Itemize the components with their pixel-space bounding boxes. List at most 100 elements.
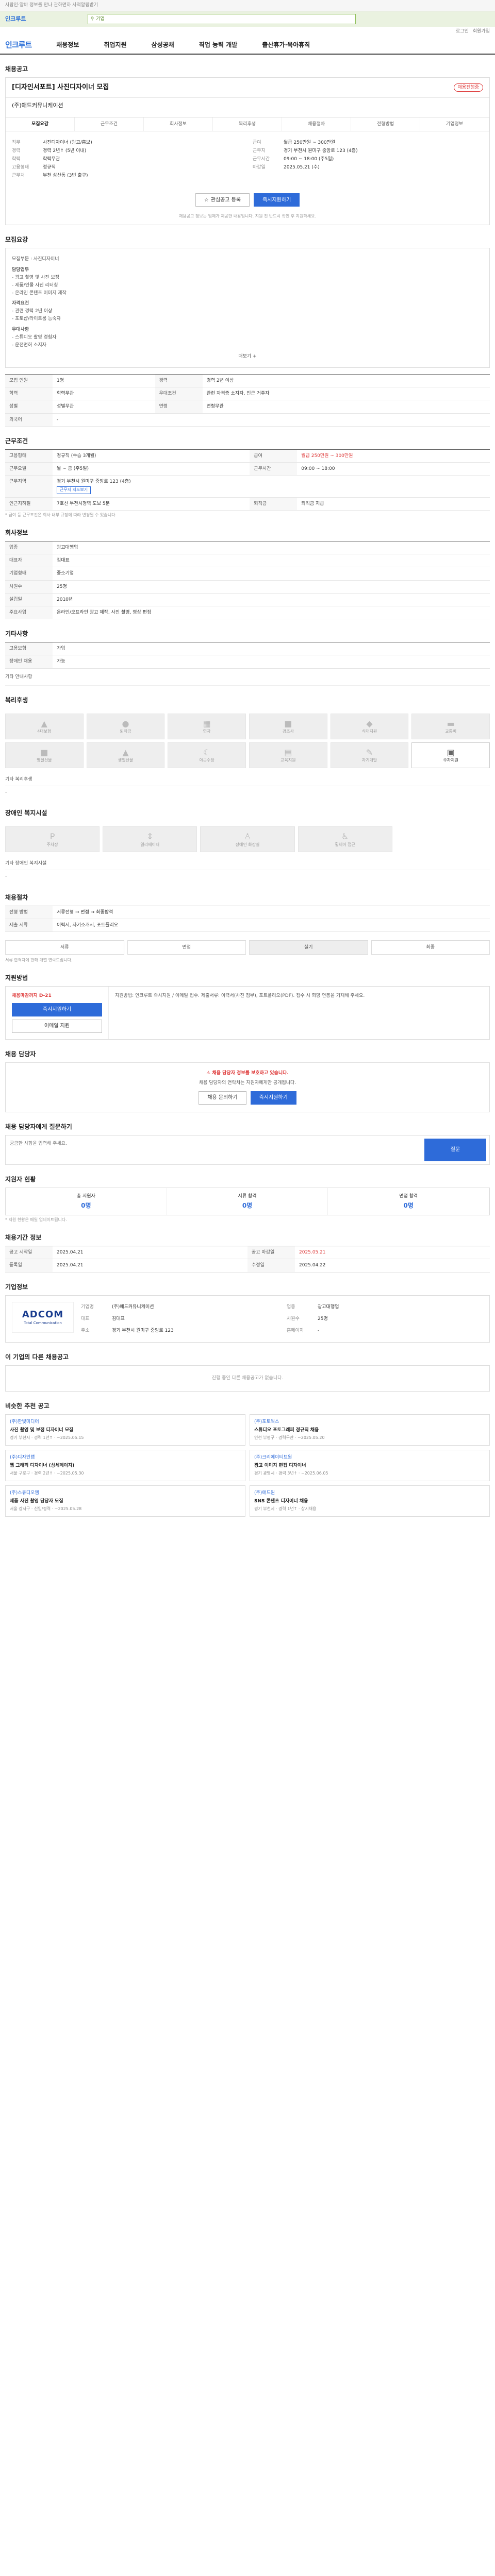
tab-corp[interactable]: 기업정보 [420, 117, 489, 131]
qa-box: 질문 [5, 1134, 490, 1165]
table-value: 김대표 [53, 554, 490, 568]
summary-row: 마감일 2025.05.21 (수) [253, 164, 483, 171]
nav-item-skills[interactable]: 직업 능력 개발 [199, 41, 238, 49]
nav-item-jobs[interactable]: 채용정보 [56, 41, 79, 49]
table-row: 공고 시작일 2025.04.21 공고 마감일 2025.05.21 [5, 1246, 490, 1260]
summary-key: 직무 [12, 140, 21, 145]
tab-process[interactable]: 채용절차 [282, 117, 351, 131]
table-value: 가능 [53, 655, 490, 669]
table-value: 월 ~ 금 (주5일) [53, 462, 250, 476]
facility-label: 장애인 화장실 [235, 842, 260, 847]
company-logo[interactable]: ADCOM Total Communication [12, 1301, 74, 1333]
summary-row: 고용형태 정규직 [12, 164, 242, 171]
wheelchair-icon: ♿ [341, 832, 349, 842]
welfare-title: 복리후생 [5, 696, 28, 704]
tab-requirements[interactable]: 모집요강 [6, 117, 75, 131]
reco-job-title: 광고 이미지 편집 디자이너 [254, 1463, 306, 1468]
cake-icon: ▲ [122, 747, 129, 757]
parking-icon: P [50, 832, 55, 842]
gift-icon: ■ [284, 718, 292, 728]
table-key: 우대조건 [155, 387, 203, 401]
reco-card[interactable]: (주)디자인랩 웹 그래픽 디자이너 (상세페이지) 서울 구로구 · 경력 2년↑… [5, 1449, 245, 1481]
tab-method[interactable]: 전형방법 [351, 117, 420, 131]
manager-desc: 채용 담당자의 연락처는 지원자에게만 공개됩니다. [199, 1080, 296, 1086]
search-icon: ⚲ [90, 16, 94, 22]
summary-value: 09:00 ~ 18:00 (주5일) [284, 157, 334, 162]
corp-value: 광고대행업 [318, 1304, 339, 1310]
welfare-tile: ▲ 4대보험 [5, 713, 84, 739]
apply-button[interactable]: 즉시지원하기 [254, 193, 300, 207]
table-key: 기업형태 [5, 567, 53, 581]
detail-title: 모집요강 [5, 236, 28, 244]
facility-label: 주차장 [46, 842, 58, 847]
table-value: 경력 2년 이상 [202, 374, 490, 388]
map-button[interactable]: 근무지 지도보기 [57, 486, 91, 495]
shield-icon: ▲ [41, 718, 47, 728]
email-apply-button[interactable]: 이메일 지원 [12, 1020, 102, 1033]
table-value: 경기 부천시 원미구 중앙로 123 (4층) 근무지 지도보기 [53, 475, 490, 498]
job-actions: ☆ 관심공고 등록 즉시지원하기 [6, 187, 489, 214]
reco-card[interactable]: (주)한빛미디어 사진 촬영 및 보정 디자이너 모집 경기 부천시 · 경력 1년… [5, 1414, 245, 1446]
reco-meta: 서울 구로구 · 경력 2년↑ · ~2025.05.30 [10, 1471, 84, 1476]
reco-card[interactable]: (주)크리에이티브원 광고 이미지 편집 디자이너 경기 광명시 · 경력 3년↑ … [250, 1449, 490, 1481]
inquiry-button[interactable]: 채용 문의하기 [199, 1091, 246, 1105]
stat-label: 총 지원자 [76, 1194, 95, 1199]
table-row: 제출 서류 이력서, 자기소개서, 포트폴리오 [5, 919, 490, 933]
login-link[interactable]: 로그인 [456, 28, 469, 35]
corp-info: 기업명 (주)애드커뮤니케이션 업종 광고대행업 대표 김대표 사원수 25명 주소 경기… [81, 1302, 483, 1336]
top-bar-text[interactable]: 사람인·알바 정보를 만나 관하면하 사적알림받기 [5, 2, 98, 8]
apply-now-button[interactable]: 즉시지원하기 [12, 1003, 102, 1017]
etc-more: 기타 안내사항 [5, 669, 490, 686]
question-input[interactable] [6, 1135, 421, 1164]
corp-key: 사원수 [287, 1316, 300, 1321]
company-table: 업종 광고대행업 대표자 김대표 기업형태 중소기업 사원수 25명 설립일 2010년 … [5, 541, 490, 620]
table-value: 2025.04.22 [295, 1259, 490, 1273]
table-row: 고용보험 가입 [5, 642, 490, 656]
table-row: 장애인 채용 가능 [5, 655, 490, 669]
table-value: 서류전형 → 면접 → 최종합격 [53, 906, 490, 919]
reco-card[interactable]: (주)스튜디오엠 제품 사진 촬영 담당자 모집 서울 강서구 · 신입/경력 · … [5, 1485, 245, 1517]
table-row: 업종 광고대행업 [5, 541, 490, 555]
table-key: 성별 [5, 400, 53, 414]
summary-value: 경기 부천시 원미구 중앙로 123 (4층) [284, 148, 358, 154]
job-header-top: [디자인서포트] 사진디자이너 모집 채용진행중 [6, 78, 489, 98]
reco-card[interactable]: (주)포토웍스 스튜디오 포토그래퍼 정규직 채용 인천 부평구 · 경력무관 · … [250, 1414, 490, 1446]
table-key: 고용보험 [5, 642, 53, 656]
table-row: 근무지역 경기 부천시 원미구 중앙로 123 (4층) 근무지 지도보기 [5, 475, 490, 498]
tab-welfare[interactable]: 복리후생 [213, 117, 282, 131]
reco-company: (주)디자인랩 [10, 1454, 35, 1460]
process-step: 면접 [127, 940, 246, 955]
table-key: 주요사업 [5, 606, 53, 620]
search-brand[interactable]: 인크루트 [5, 15, 26, 23]
more-link[interactable]: 더보기 + [238, 354, 256, 359]
job-title: [디자인서포트] 사진디자이너 모집 [12, 83, 109, 92]
process-steps: 서류 면접 실기 최종 [5, 937, 490, 958]
join-link[interactable]: 회원가입 [473, 28, 490, 35]
star-icon: ☆ [204, 197, 209, 203]
tab-conditions[interactable]: 근무조건 [75, 117, 144, 131]
corp-row: 홈페이지 - [287, 1328, 483, 1334]
table-value: 2010년 [53, 593, 490, 606]
nav-item-samsung[interactable]: 삼성공채 [152, 41, 174, 49]
save-job-button[interactable]: ☆ 관심공고 등록 [195, 193, 250, 207]
table-row: 성별 성별무관 연령 연령무관 [5, 400, 490, 414]
reco-card[interactable]: (주)애드원 SNS 콘텐츠 디자이너 채용 경기 부천시 · 경력 1년↑ · 상… [250, 1485, 490, 1517]
table-key: 학력 [5, 387, 53, 401]
logo[interactable]: 인크루트 [5, 40, 32, 50]
search-placeholder: 기업 [96, 16, 105, 22]
manager-apply-button[interactable]: 즉시지원하기 [250, 1091, 296, 1105]
detail-line: - 포토샵/라이트룸 능숙자 [12, 316, 61, 322]
others-empty: 진행 중인 다른 채용공고가 없습니다. [5, 1365, 490, 1392]
nav-item-support[interactable]: 취업지원 [104, 41, 126, 49]
process-title: 채용절차 [5, 893, 28, 901]
company-name[interactable]: (주)애드커뮤니케이션 [6, 98, 489, 114]
search-input[interactable]: ⚲ 기업 [88, 14, 356, 24]
stat-item: 총 지원자 0명 [6, 1188, 167, 1215]
tab-company[interactable]: 회사정보 [144, 117, 213, 131]
reco-meta: 경기 부천시 · 경력 1년↑ · ~2025.05.15 [10, 1435, 84, 1440]
reco-company: (주)애드원 [254, 1490, 275, 1496]
table-key: 외국어 [5, 413, 53, 427]
nav-item-leave[interactable]: 출산휴가·육아휴직 [262, 41, 310, 49]
welfare-tile: ■ 명절선물 [5, 742, 84, 768]
send-question-button[interactable]: 질문 [424, 1138, 486, 1161]
